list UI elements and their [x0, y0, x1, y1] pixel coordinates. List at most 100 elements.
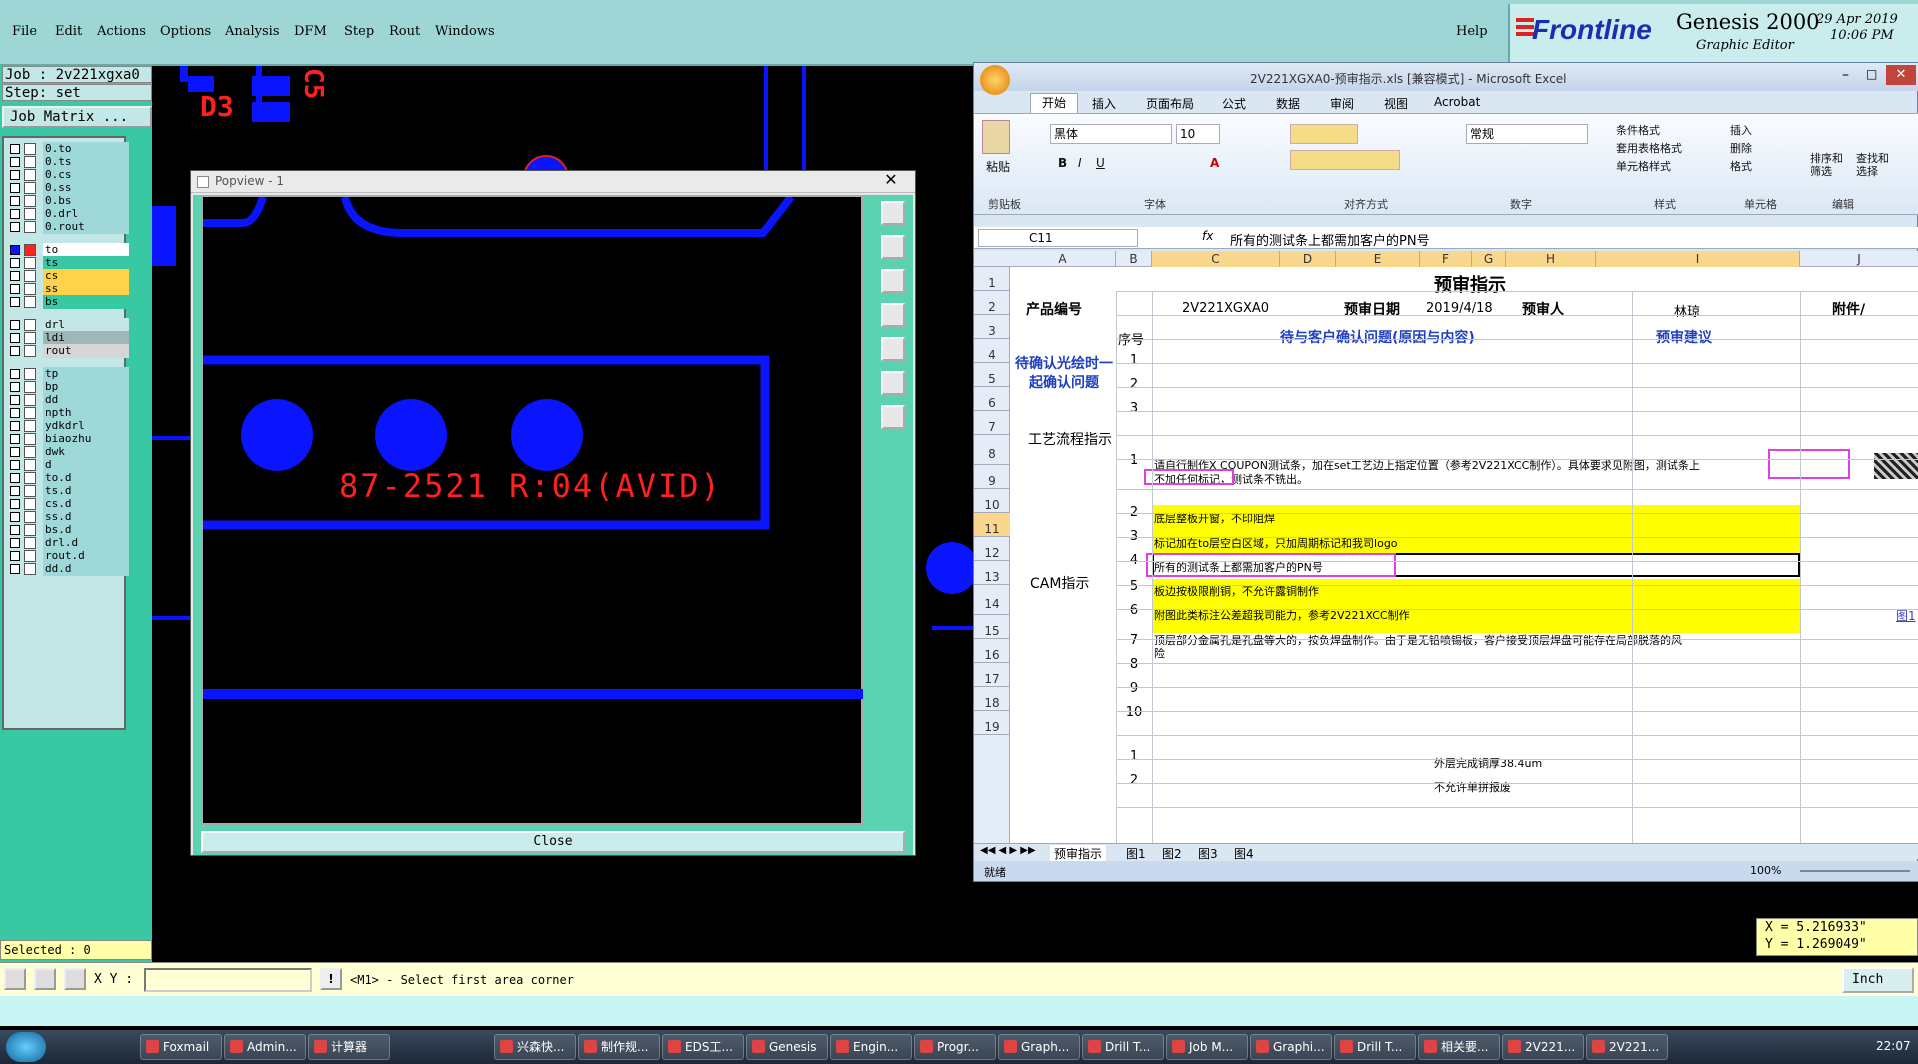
layer-name[interactable]: dd [43, 393, 129, 407]
minimize-icon[interactable]: – [1842, 67, 1849, 83]
underline-button[interactable]: U [1096, 156, 1105, 170]
bold-button[interactable]: B [1058, 156, 1067, 170]
layer-row[interactable]: ts [10, 256, 129, 270]
layer-color-swatch[interactable] [24, 156, 36, 168]
layer-checkbox[interactable] [10, 222, 20, 232]
layer-color-swatch[interactable] [24, 345, 36, 357]
taskbar-item[interactable]: 兴森快... [494, 1034, 576, 1060]
layer-checkbox[interactable] [10, 473, 20, 483]
layer-row[interactable]: biaozhu [10, 432, 129, 446]
tab-view[interactable]: 视图 [1384, 95, 1408, 112]
menu-file[interactable]: File [12, 24, 37, 39]
layer-checkbox[interactable] [10, 369, 20, 379]
maximize-icon[interactable]: □ [1866, 67, 1877, 81]
layer-row[interactable]: 0.ss [10, 181, 129, 195]
layer-color-swatch[interactable] [24, 332, 36, 344]
layer-row[interactable]: 0.rout [10, 220, 129, 234]
cell-styles-button[interactable]: 单元格样式 [1616, 158, 1671, 174]
row-header[interactable]: 15 [974, 615, 1010, 639]
layer-checkbox[interactable] [10, 196, 20, 206]
sheet-tab[interactable]: 图1 [1126, 845, 1146, 862]
layer-color-swatch[interactable] [24, 537, 36, 549]
layer-checkbox[interactable] [10, 408, 20, 418]
layer-color-swatch[interactable] [24, 524, 36, 536]
embedded-image[interactable] [1874, 453, 1918, 479]
layer-row[interactable]: rout [10, 344, 129, 358]
info-icon[interactable]: ! [320, 968, 342, 990]
layer-color-swatch[interactable] [24, 195, 36, 207]
format-as-table-button[interactable]: 套用表格格式 [1616, 140, 1682, 156]
row-header[interactable]: 10 [974, 489, 1010, 513]
taskbar-item[interactable]: Drill T... [1334, 1034, 1416, 1060]
grid-tool-icon[interactable] [64, 968, 86, 990]
layer-name[interactable]: tp [43, 367, 129, 381]
layer-name[interactable]: 0.drl [43, 207, 129, 221]
sheet-tab[interactable]: 图2 [1162, 845, 1182, 862]
taskbar-item[interactable]: Drill T... [1082, 1034, 1164, 1060]
layer-name[interactable]: dwk [43, 445, 129, 459]
layer-name[interactable]: 0.cs [43, 168, 129, 182]
measure-tool-icon[interactable] [34, 968, 56, 990]
layer-name[interactable]: biaozhu [43, 432, 129, 446]
col-header[interactable]: H [1506, 251, 1596, 267]
zoom-in-icon[interactable] [881, 235, 905, 259]
layer-checkbox[interactable] [10, 434, 20, 444]
xy-input[interactable] [144, 968, 312, 992]
sheet-nav-icon[interactable]: ◀◀ ◀ ▶ ▶▶ [980, 845, 1036, 856]
row-header[interactable]: 16 [974, 639, 1010, 663]
layer-name[interactable]: cs.d [43, 497, 129, 511]
row-header[interactable]: 2 [974, 291, 1010, 315]
insert-cells-button[interactable]: 插入 [1730, 122, 1752, 138]
worksheet-grid[interactable]: A B C D E F G H I J 1 2 3 4 5 6 7 8 9 10 11 12 13 14 1… [974, 251, 1918, 843]
taskbar-item[interactable]: Admin... [224, 1034, 306, 1060]
row-header[interactable]: 14 [974, 585, 1010, 615]
layer-checkbox[interactable] [10, 447, 20, 457]
row-header[interactable]: 17 [974, 663, 1010, 687]
row-header[interactable]: 12 [974, 537, 1010, 561]
layer-row[interactable]: to [10, 243, 129, 257]
tab-formulas[interactable]: 公式 [1222, 95, 1246, 112]
layer-row[interactable]: ydkdrl [10, 419, 129, 433]
row-header[interactable]: 6 [974, 387, 1010, 411]
layer-row[interactable]: tp [10, 367, 129, 381]
layer-name[interactable]: ss [43, 282, 129, 296]
home-view-icon[interactable] [881, 405, 905, 429]
layer-checkbox[interactable] [10, 538, 20, 548]
layer-row[interactable]: 0.ts [10, 155, 129, 169]
col-header[interactable]: I [1596, 251, 1800, 267]
layer-checkbox[interactable] [10, 499, 20, 509]
layer-name[interactable]: drl [43, 318, 129, 332]
layer-checkbox[interactable] [10, 258, 20, 268]
layer-color-swatch[interactable] [24, 472, 36, 484]
font-size-select[interactable]: 10 [1176, 124, 1220, 144]
name-box[interactable]: C11 [978, 229, 1138, 247]
layer-name[interactable]: rout [43, 344, 129, 358]
layer-checkbox[interactable] [10, 297, 20, 307]
tab-data[interactable]: 数据 [1276, 95, 1300, 112]
paste-icon[interactable] [982, 120, 1010, 154]
row-header[interactable]: 7 [974, 411, 1010, 435]
layer-name[interactable]: d [43, 458, 129, 472]
taskbar-item[interactable]: Genesis [746, 1034, 828, 1060]
col-header[interactable]: E [1336, 251, 1420, 267]
popview-canvas[interactable]: 87-2521 R:04(AVID) [201, 195, 863, 825]
layer-name[interactable]: 0.ss [43, 181, 129, 195]
tab-review[interactable]: 审阅 [1330, 95, 1354, 112]
layer-color-swatch[interactable] [24, 563, 36, 575]
taskbar-item[interactable]: 计算器 [308, 1034, 390, 1060]
layer-color-swatch[interactable] [24, 446, 36, 458]
layer-name[interactable]: bp [43, 380, 129, 394]
layer-row[interactable]: 0.to [10, 142, 129, 156]
layer-color-swatch[interactable] [24, 368, 36, 380]
sheet-tab[interactable]: 预审指示 [1050, 845, 1107, 862]
col-header[interactable]: B [1116, 251, 1152, 267]
tab-page-layout[interactable]: 页面布局 [1146, 95, 1194, 112]
layer-color-swatch[interactable] [24, 485, 36, 497]
layer-checkbox[interactable] [10, 183, 20, 193]
layer-checkbox[interactable] [10, 382, 20, 392]
layer-color-swatch[interactable] [24, 407, 36, 419]
menu-windows[interactable]: Windows [435, 24, 495, 39]
col-header[interactable]: A [1010, 251, 1116, 267]
menu-options[interactable]: Options [160, 24, 211, 39]
layer-row[interactable]: drl.d [10, 536, 129, 550]
